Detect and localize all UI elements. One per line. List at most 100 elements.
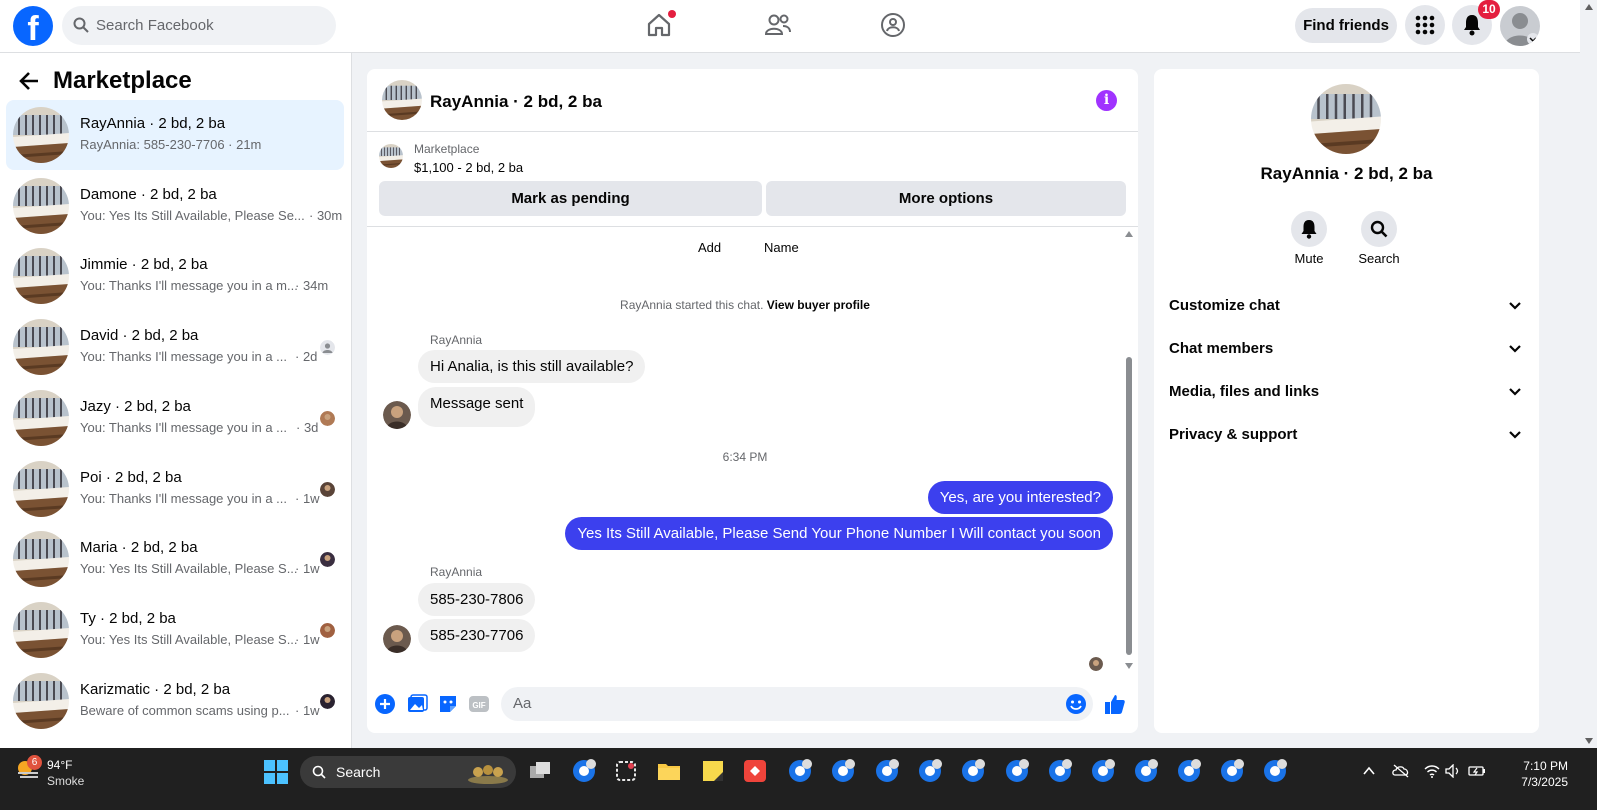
facebook-logo[interactable]: f bbox=[13, 6, 53, 46]
view-buyer-profile-link[interactable]: View buyer profile bbox=[767, 298, 870, 312]
find-friends-button[interactable]: Find friends bbox=[1295, 8, 1397, 43]
listing-thumbnail[interactable] bbox=[379, 144, 403, 168]
conversation-item[interactable]: Poi · 2 bd, 2 ba You: Thanks I'll message… bbox=[6, 454, 344, 524]
home-icon[interactable] bbox=[646, 10, 676, 40]
mark-as-pending-button[interactable]: Mark as pending bbox=[379, 181, 762, 216]
search-icon bbox=[312, 765, 326, 779]
search-facebook-input[interactable]: Search Facebook bbox=[62, 6, 336, 45]
battery-charging-icon[interactable] bbox=[1468, 764, 1486, 778]
message-input[interactable]: Aa bbox=[501, 687, 1093, 721]
chrome-profile-icon[interactable] bbox=[787, 758, 813, 784]
snipping-tool-icon[interactable] bbox=[613, 758, 639, 784]
system-clock[interactable]: 7:10 PM 7/3/2025 bbox=[1490, 758, 1568, 790]
weather-condition[interactable]: Smoke bbox=[47, 774, 84, 788]
conversation-time: · 1w bbox=[295, 490, 320, 506]
chrome-profile-icon[interactable] bbox=[1004, 758, 1030, 784]
conversation-item[interactable]: Karizmatic · 2 bd, 2 ba Beware of common … bbox=[6, 666, 344, 736]
search-in-conversation-button[interactable] bbox=[1361, 211, 1397, 247]
chrome-profile-icon[interactable] bbox=[1176, 758, 1202, 784]
anydesk-icon[interactable] bbox=[742, 758, 768, 784]
chrome-profile-icon[interactable] bbox=[1219, 758, 1245, 784]
chrome-profile-icon[interactable] bbox=[917, 758, 943, 784]
file-explorer-icon[interactable] bbox=[656, 758, 682, 784]
profile-avatar[interactable] bbox=[1500, 6, 1540, 46]
volume-icon[interactable] bbox=[1445, 764, 1461, 778]
conversation-large-thumbnail[interactable] bbox=[1311, 84, 1381, 154]
conversation-item[interactable]: David · 2 bd, 2 ba You: Thanks I'll messa… bbox=[6, 312, 344, 382]
emoji-icon[interactable] bbox=[1065, 693, 1087, 715]
chat-started-text: RayAnnia started this chat. bbox=[620, 298, 764, 312]
conversation-item[interactable]: Jazy · 2 bd, 2 ba You: Thanks I'll messag… bbox=[6, 383, 344, 453]
scrollbar-thumb[interactable] bbox=[1126, 357, 1132, 655]
conversation-time: · 2d bbox=[295, 349, 318, 365]
customize-chat-section[interactable]: Customize chat bbox=[1169, 297, 1524, 314]
listing-thumbnail bbox=[13, 177, 69, 234]
sticker-icon[interactable] bbox=[437, 693, 459, 715]
conversation-preview: You: Yes Its Still Available, Please Se.… bbox=[80, 207, 305, 223]
more-options-button[interactable]: More options bbox=[766, 181, 1126, 216]
outgoing-message[interactable]: Yes, are you interested? bbox=[927, 481, 1113, 514]
wifi-icon[interactable] bbox=[1424, 764, 1440, 778]
media-files-links-section[interactable]: Media, files and links bbox=[1169, 383, 1524, 400]
notification-count-badge: 10 bbox=[1478, 0, 1500, 19]
chrome-profile-icon[interactable] bbox=[874, 758, 900, 784]
privacy-support-section[interactable]: Privacy & support bbox=[1169, 426, 1524, 443]
conversation-item[interactable]: Jimmie · 2 bd, 2 ba You: Thanks I'll mess… bbox=[6, 241, 344, 311]
chrome-profile-icon[interactable] bbox=[571, 758, 597, 784]
onedrive-off-icon[interactable] bbox=[1392, 764, 1410, 778]
conversation-preview: RayAnnia: 585-230-7706 · 21m bbox=[80, 137, 262, 152]
sender-avatar[interactable] bbox=[383, 401, 411, 429]
chevron-down-icon bbox=[1509, 431, 1521, 439]
conversation-thumbnail[interactable] bbox=[382, 80, 422, 120]
conversation-item[interactable]: RayAnnia · 2 bd, 2 ba RayAnnia: 585-230-7… bbox=[6, 100, 344, 170]
chrome-profile-icon[interactable] bbox=[1262, 758, 1288, 784]
listing-label: Marketplace bbox=[414, 142, 480, 156]
task-view-icon[interactable] bbox=[527, 758, 553, 784]
chat-title[interactable]: RayAnnia · 2 bd, 2 ba bbox=[430, 92, 602, 112]
outgoing-message[interactable]: Yes Its Still Available, Please Send You… bbox=[565, 517, 1113, 550]
weather-temperature[interactable]: 94°F bbox=[47, 758, 72, 772]
incoming-message[interactable]: Hi Analia, is this still available? bbox=[418, 350, 646, 383]
incoming-message[interactable]: 585-230-7706 bbox=[418, 619, 536, 652]
chrome-profile-icon[interactable] bbox=[1047, 758, 1073, 784]
listing-thumbnail bbox=[13, 319, 69, 376]
mute-button[interactable] bbox=[1291, 211, 1327, 247]
conversation-item[interactable]: Damone · 2 bd, 2 ba You: Yes Its Still Av… bbox=[6, 171, 344, 241]
clock-time: 7:10 PM bbox=[1523, 759, 1568, 773]
listing-thumbnail bbox=[13, 672, 69, 729]
chrome-profile-icon[interactable] bbox=[960, 758, 986, 784]
page-scrollbar[interactable] bbox=[1581, 0, 1597, 748]
gif-icon[interactable]: GIF bbox=[468, 693, 490, 715]
like-icon[interactable] bbox=[1104, 693, 1126, 715]
taskbar-search[interactable]: Search bbox=[300, 756, 516, 788]
menu-grid-icon[interactable] bbox=[1405, 5, 1445, 45]
section-label: Privacy & support bbox=[1169, 426, 1298, 443]
info-icon[interactable]: i bbox=[1096, 90, 1117, 111]
add-label[interactable]: Add bbox=[698, 240, 721, 255]
chrome-profile-icon[interactable] bbox=[1090, 758, 1116, 784]
chrome-profile-icon[interactable] bbox=[830, 758, 856, 784]
windows-start-icon[interactable] bbox=[264, 760, 288, 784]
sender-avatar[interactable] bbox=[383, 625, 411, 653]
conversation-item[interactable]: Ty · 2 bd, 2 ba You: Yes Its Still Availa… bbox=[6, 595, 344, 665]
listing-price[interactable]: $1,100 - 2 bd, 2 ba bbox=[414, 160, 523, 175]
friends-icon[interactable] bbox=[764, 12, 792, 40]
chat-members-section[interactable]: Chat members bbox=[1169, 340, 1524, 357]
message-scrollbar[interactable] bbox=[1125, 227, 1133, 677]
photo-icon[interactable] bbox=[406, 693, 428, 715]
incoming-message[interactable]: Message sent bbox=[418, 387, 536, 427]
back-arrow-icon[interactable] bbox=[18, 70, 40, 92]
taskbar-search-label: Search bbox=[336, 764, 381, 780]
marketplace-sidebar: Marketplace RayAnnia · 2 bd, 2 ba RayAnni… bbox=[0, 53, 352, 748]
groups-icon[interactable] bbox=[880, 12, 908, 40]
chrome-profile-icon[interactable] bbox=[1133, 758, 1159, 784]
incoming-message[interactable]: 585-230-7806 bbox=[418, 583, 536, 616]
chevron-up-icon[interactable] bbox=[1362, 764, 1376, 778]
name-label[interactable]: Name bbox=[764, 240, 799, 255]
search-icon bbox=[73, 17, 89, 33]
sticky-notes-icon[interactable] bbox=[700, 758, 726, 784]
conversation-item[interactable]: Maria · 2 bd, 2 ba You: Yes Its Still Ava… bbox=[6, 524, 344, 594]
plus-icon[interactable] bbox=[374, 693, 396, 715]
chevron-down-icon bbox=[1509, 302, 1521, 310]
top-navigation-bar: f Search Facebook Find friends 10 bbox=[0, 0, 1580, 53]
